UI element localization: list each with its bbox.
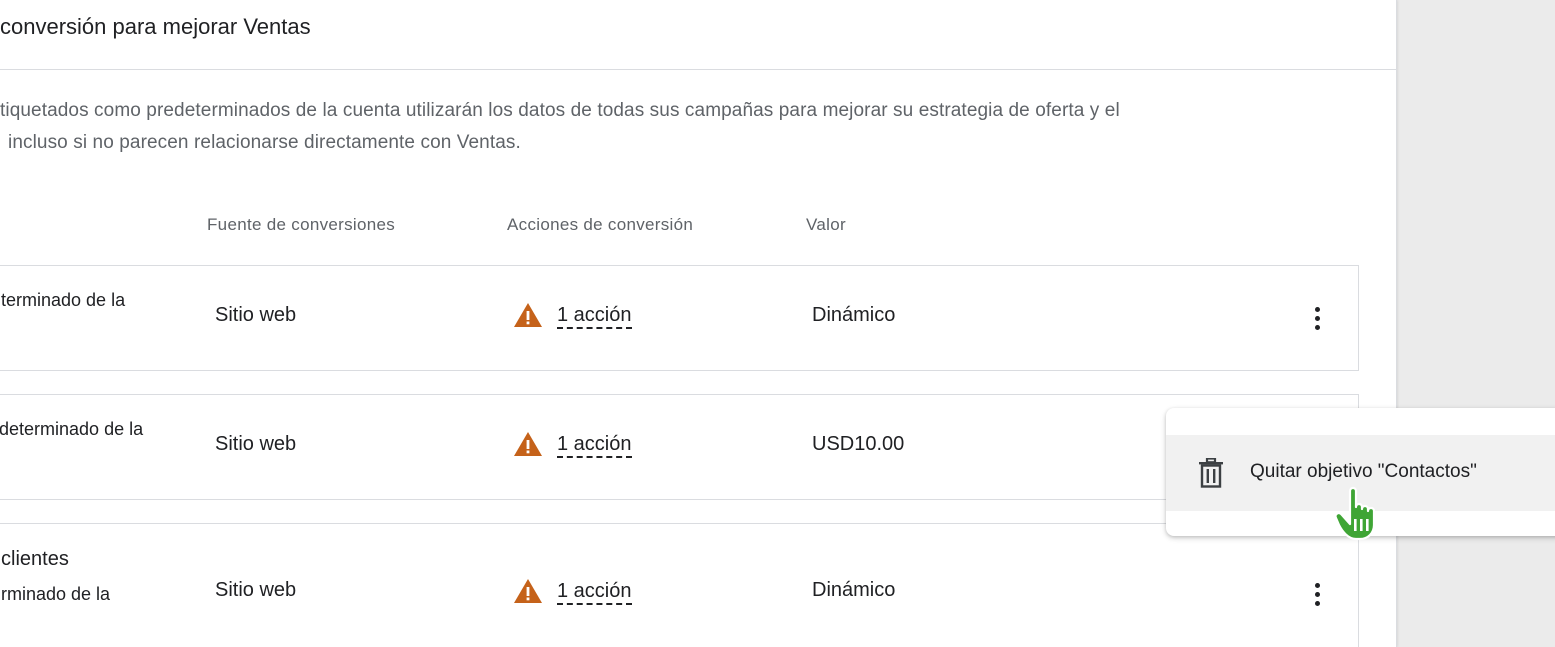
warning-icon bbox=[514, 303, 542, 327]
table-row: determinado de la Sitio web 1 acción USD… bbox=[0, 394, 1359, 500]
table-row: terminado de la Sitio web 1 acción Dinám… bbox=[0, 265, 1359, 371]
row-source: Sitio web bbox=[215, 304, 297, 326]
row-name: terminado de la bbox=[1, 290, 126, 310]
header-source: Fuente de conversiones bbox=[207, 215, 396, 234]
warning-icon bbox=[514, 579, 542, 603]
row-name: determinado de la bbox=[0, 419, 144, 439]
row-title: clientes bbox=[1, 548, 69, 570]
header-value: Valor bbox=[806, 215, 846, 234]
description-line-2: incluso si no parecen relacionarse direc… bbox=[8, 132, 521, 153]
row-actions: 1 acción bbox=[513, 578, 632, 605]
card-title: conversión para mejorar Ventas bbox=[0, 14, 311, 39]
table-row: clientes rminado de la Sitio web 1 acció… bbox=[0, 523, 1359, 647]
warning-icon bbox=[514, 432, 542, 456]
title-divider bbox=[0, 69, 1396, 70]
row-value: Dinámico bbox=[812, 579, 896, 601]
description-line-1: tiquetados como predeterminados de la cu… bbox=[0, 100, 1120, 121]
remove-goal-label: Quitar objetivo "Contactos" bbox=[1250, 461, 1477, 482]
hand-pointer-icon bbox=[1334, 486, 1376, 541]
row-actions: 1 acción bbox=[513, 431, 632, 458]
row-value: USD10.00 bbox=[812, 433, 905, 455]
conversion-actions-link[interactable]: 1 acción bbox=[557, 303, 632, 329]
header-actions: Acciones de conversión bbox=[507, 215, 694, 234]
more-vert-icon[interactable] bbox=[1309, 581, 1325, 609]
row-source: Sitio web bbox=[215, 433, 297, 455]
conversion-actions-link[interactable]: 1 acción bbox=[557, 579, 632, 605]
trash-icon bbox=[1199, 458, 1223, 488]
conversion-actions-link[interactable]: 1 acción bbox=[557, 432, 632, 458]
more-vert-icon[interactable] bbox=[1309, 305, 1325, 333]
conversion-goal-card: conversión para mejorar Ventas tiquetado… bbox=[0, 0, 1397, 647]
row-source: Sitio web bbox=[215, 579, 297, 601]
row-name: rminado de la bbox=[1, 584, 111, 604]
row-value: Dinámico bbox=[812, 304, 896, 326]
row-actions: 1 acción bbox=[513, 302, 632, 329]
